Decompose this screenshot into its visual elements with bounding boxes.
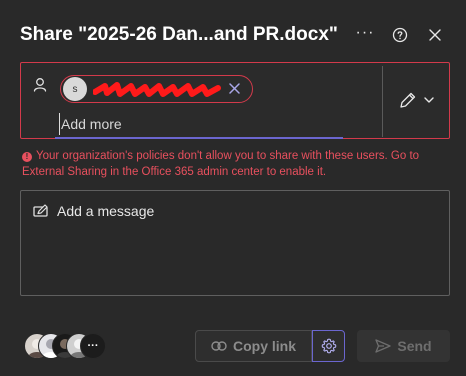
send-label: Send [397,338,432,354]
more-options-icon: ··· [355,24,375,41]
help-icon [392,27,408,43]
permission-dropdown-button[interactable] [395,87,441,113]
recipient-field[interactable]: s [20,62,450,139]
more-people-label: ··· [87,339,99,352]
recipient-avatar: s [63,77,87,101]
input-focus-underline [55,137,343,139]
copy-link-button[interactable]: Copy link [195,330,312,362]
copy-link-label: Copy link [232,338,296,354]
shared-with-avatars[interactable]: ··· [24,333,114,359]
error-text: Your organization's policies don't allow… [22,150,420,178]
add-more-input[interactable] [59,113,383,135]
person-icon [33,78,47,92]
permission-divider [382,66,383,137]
send-button[interactable]: Send [357,330,450,362]
add-message-label: Add a message [57,203,155,219]
sharing-error-message: ! Your organization's policies don't allo… [22,148,450,180]
send-icon [375,339,392,353]
redacted-recipient-name [93,82,221,97]
link-icon [211,341,227,351]
error-icon: ! [22,152,32,162]
more-options-button[interactable]: ··· [354,22,376,44]
help-button[interactable] [389,24,411,46]
message-icon [33,204,48,217]
close-icon [429,29,441,41]
close-button[interactable] [424,24,446,46]
dialog-title: Share "2025-26 Dan...and PR.docx" [20,24,338,45]
more-people-button[interactable]: ··· [80,333,106,359]
edit-pencil-icon [400,92,434,108]
message-field[interactable]: Add a message [20,190,450,296]
gear-icon [321,338,336,354]
link-settings-button[interactable] [312,330,345,362]
remove-recipient-icon[interactable] [228,82,241,95]
recipient-chip[interactable]: s [60,75,253,103]
